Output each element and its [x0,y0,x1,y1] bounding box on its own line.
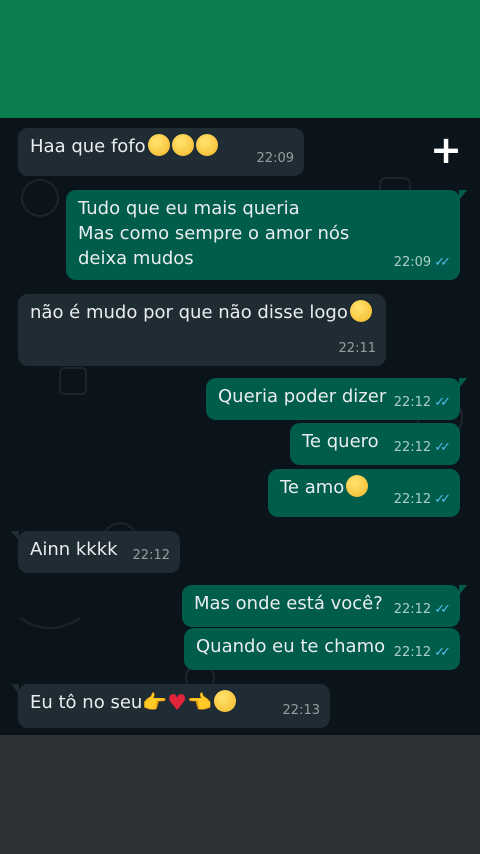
message-meta: 22:09 ✓✓ [393,250,451,275]
bubble-tail [459,190,467,200]
message-outgoing[interactable]: Queria poder dizer 22:12 ✓✓ [206,378,467,420]
laughing-crying-emoji [195,134,218,156]
laughing-crying-emoji [171,134,194,156]
message-incoming[interactable]: Eu tô no seu👉♥👈 22:13 [11,684,330,728]
red-heart-emoji: ♥ [167,691,187,716]
message-outgoing[interactable]: Te quero 22:12 ✓✓ [290,423,460,465]
grinning-sweat-emoji [213,690,236,712]
message-time: 22:09 [393,255,432,270]
message-text: Eu tô no seu [30,692,143,713]
message-meta: 22:11 [339,336,376,361]
bubble-tail [11,531,19,541]
message-incoming[interactable]: não é mudo por que não disse logo 22:11 [18,294,386,366]
message-meta: 22:13 [283,698,320,723]
message-text: não é mudo por que não disse logo [30,302,348,323]
message-incoming[interactable]: Haa que fofo 22:09 [18,128,304,176]
message-meta: 22:09 [257,146,294,171]
bubble-tail [11,684,19,694]
message-text: Queria poder dizer [218,386,387,407]
message-time: 22:12 [393,645,432,660]
message-outgoing[interactable]: Quando eu te chamo 22:12 ✓✓ [184,628,460,670]
message-meta: 22:12 ✓✓ [393,597,451,622]
message-meta: 22:12 [133,543,170,568]
message-time: 22:12 [393,492,432,507]
message-time: 22:13 [282,703,320,718]
pointing-right-emoji: 👉 [142,690,168,714]
message-text: Te amo [280,477,345,498]
message-time: 22:11 [338,341,376,356]
bottom-empty-area [0,735,480,854]
double-check-icon: ✓✓ [434,492,451,507]
pointing-left-emoji: 👈 [186,690,212,714]
message-text: Haa que fofo [30,136,146,157]
message-meta: 22:12 ✓✓ [393,435,451,460]
message-time: 22:12 [393,440,432,455]
message-time: 22:12 [393,602,432,617]
message-time: 22:12 [132,548,170,563]
message-text: Quando eu te chamo [196,636,386,657]
message-time: 22:09 [256,151,294,166]
message-meta: 22:12 ✓✓ [393,390,451,415]
double-check-icon: ✓✓ [434,602,451,617]
double-check-icon: ✓✓ [434,255,451,270]
top-app-bar [0,0,480,118]
message-meta: 22:12 ✓✓ [393,640,451,665]
message-incoming[interactable]: Ainn kkkk 22:12 [11,531,180,573]
message-outgoing[interactable]: Mas onde está você? 22:12 ✓✓ [182,585,467,627]
double-check-icon: ✓✓ [434,645,451,660]
pleading-face-emoji [346,475,369,497]
plus-icon[interactable]: + [428,130,464,170]
hugging-face-emoji [147,134,170,156]
message-text: Mas onde está você? [194,593,383,614]
flushed-face-emoji [349,300,372,322]
message-time: 22:12 [393,395,432,410]
bubble-tail [459,378,467,388]
message-text: Te quero [302,431,379,452]
message-text: Tudo que eu mais queria Mas como sempre … [78,198,350,269]
message-outgoing[interactable]: Tudo que eu mais queria Mas como sempre … [66,190,467,280]
message-text: Ainn kkkk [30,539,118,560]
double-check-icon: ✓✓ [434,395,451,410]
bubble-tail [459,585,467,595]
message-meta: 22:12 ✓✓ [393,487,451,512]
double-check-icon: ✓✓ [434,440,451,455]
message-outgoing[interactable]: Te amo 22:12 ✓✓ [268,469,460,517]
